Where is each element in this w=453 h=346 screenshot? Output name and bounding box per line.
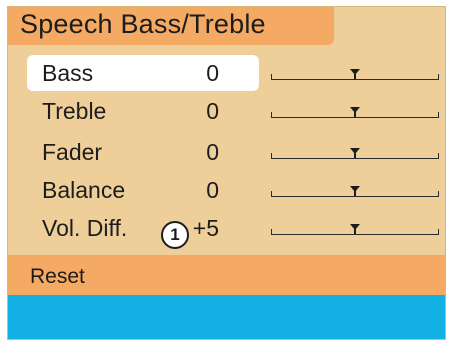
slider-thumb-icon[interactable] xyxy=(349,106,361,117)
setting-value: 0 xyxy=(206,177,219,203)
slider-track xyxy=(271,79,439,80)
setting-label: Vol. Diff. xyxy=(42,215,128,241)
slider-track-start xyxy=(271,112,272,118)
setting-row-bass[interactable]: Bass 0 xyxy=(27,55,445,93)
treble-slider[interactable] xyxy=(271,106,439,120)
reset-button[interactable]: Reset xyxy=(8,255,445,295)
setting-row-fader[interactable]: Fader 0 xyxy=(27,134,445,172)
setting-label: Bass xyxy=(42,60,94,86)
slider-track-end xyxy=(438,191,439,197)
slider-track-end xyxy=(438,153,439,159)
slider-thumb-icon[interactable] xyxy=(349,223,361,234)
setting-label: Fader xyxy=(42,139,103,165)
bottom-bar xyxy=(8,295,445,339)
balance-slider[interactable] xyxy=(271,185,439,199)
setting-value: 0 xyxy=(206,60,219,86)
slider-track xyxy=(271,117,439,118)
slider-track xyxy=(271,234,439,235)
slider-track-end xyxy=(438,112,439,118)
slider-thumb-icon[interactable] xyxy=(349,147,361,158)
slider-thumb-icon[interactable] xyxy=(349,68,361,79)
setting-row-treble[interactable]: Treble 0 xyxy=(27,93,445,131)
sound-settings-screen: Speech Bass/Treble Bass 0 Treble 0 Fader… xyxy=(7,6,446,340)
fader-slider[interactable] xyxy=(271,147,439,161)
callout-number-badge: 1 xyxy=(161,221,189,249)
setting-row-balance[interactable]: Balance 0 xyxy=(27,172,445,210)
bass-slider[interactable] xyxy=(271,68,439,82)
slider-track-start xyxy=(271,229,272,235)
setting-label: Balance xyxy=(42,177,126,203)
setting-value: 0 xyxy=(206,98,219,124)
setting-value: 0 xyxy=(206,139,219,165)
title-bar: Speech Bass/Treble xyxy=(8,7,334,45)
slider-track-end xyxy=(438,74,439,80)
slider-track-start xyxy=(271,74,272,80)
slider-track xyxy=(271,196,439,197)
screen-title: Speech Bass/Treble xyxy=(20,9,266,39)
slider-track-start xyxy=(271,191,272,197)
slider-track xyxy=(271,158,439,159)
slider-track-end xyxy=(438,229,439,235)
setting-label: Treble xyxy=(42,98,107,124)
reset-label: Reset xyxy=(30,265,85,288)
slider-thumb-icon[interactable] xyxy=(349,185,361,196)
setting-row-vol-diff[interactable]: Vol. Diff. +5 xyxy=(27,210,445,248)
slider-track-start xyxy=(271,153,272,159)
vol-diff-slider[interactable] xyxy=(271,223,439,237)
setting-value: +5 xyxy=(192,215,219,241)
